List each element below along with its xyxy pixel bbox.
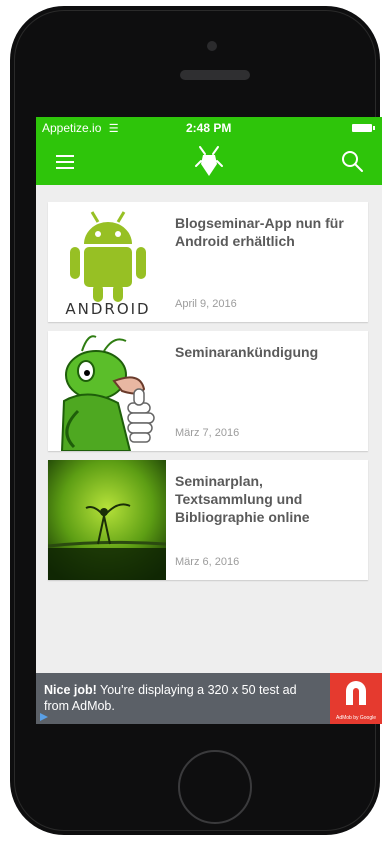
carrier-label: Appetize.io <box>42 121 102 135</box>
post-title[interactable]: Seminarplan, Textsammlung und Bibliograp… <box>175 472 360 526</box>
status-bar: Appetize.io ☰ 2:48 PM <box>36 117 382 139</box>
post-card[interactable]: ANDROID Blogseminar-App nun für Android … <box>48 202 368 322</box>
post-thumbnail-cricket <box>48 331 166 451</box>
menu-icon[interactable] <box>56 155 74 169</box>
wifi-icon: ☰ <box>108 123 119 135</box>
ad-bold-text: Nice job! <box>44 683 97 697</box>
post-card[interactable]: Seminarankündigung März 7, 2016 <box>48 331 368 451</box>
home-button[interactable] <box>178 750 252 824</box>
ad-banner[interactable]: Nice job! You're displaying a 320 x 50 t… <box>36 673 382 724</box>
post-title[interactable]: Blogseminar-App nun für Android erhältli… <box>175 214 360 250</box>
post-date: März 6, 2016 <box>175 556 240 568</box>
search-icon[interactable] <box>340 149 364 173</box>
app-screen: Appetize.io ☰ 2:48 PM ANDROID Blogsemina… <box>36 117 382 724</box>
green-insect-photo <box>48 460 166 580</box>
admob-icon <box>346 681 366 705</box>
status-carrier: Appetize.io ☰ <box>42 121 119 135</box>
ad-text: Nice job! You're displaying a 320 x 50 t… <box>44 682 314 714</box>
post-card[interactable]: Seminarplan, Textsammlung und Bibliograp… <box>48 460 368 580</box>
android-wordmark: ANDROID <box>65 300 151 318</box>
post-title[interactable]: Seminarankündigung <box>175 343 360 361</box>
front-camera <box>207 41 217 51</box>
cricket-mascot-image <box>48 331 166 451</box>
post-date: März 7, 2016 <box>175 427 240 439</box>
cricket-logo-icon[interactable] <box>194 145 224 179</box>
earpiece-speaker <box>180 70 250 80</box>
admob-caption: AdMob by Google <box>335 715 377 721</box>
status-time: 2:48 PM <box>186 121 232 135</box>
battery-icon <box>352 124 375 132</box>
app-bar <box>36 139 382 185</box>
ad-info-icon[interactable] <box>39 712 49 722</box>
post-thumbnail-insect <box>48 460 166 580</box>
post-date: April 9, 2016 <box>175 298 237 310</box>
admob-logo[interactable]: AdMob by Google <box>330 673 382 724</box>
post-thumbnail-android: ANDROID <box>48 202 166 322</box>
